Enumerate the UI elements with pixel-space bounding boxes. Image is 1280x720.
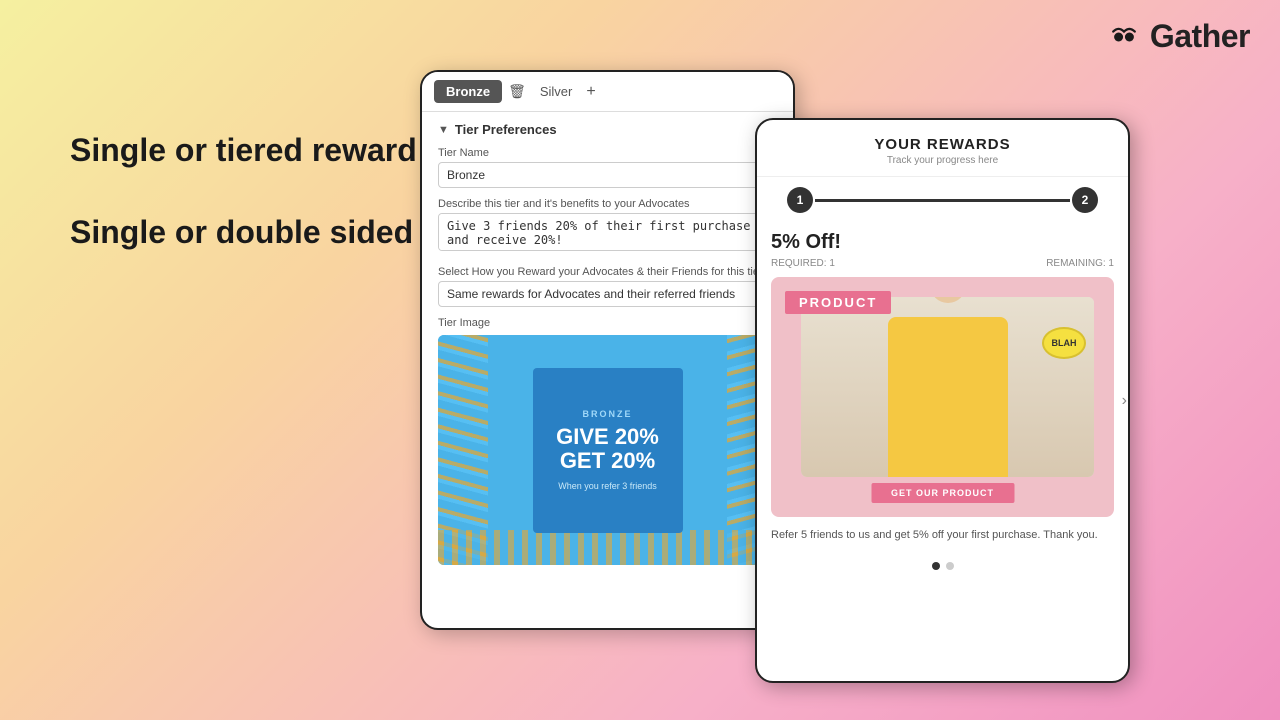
tier-image-label: Tier Image — [438, 317, 777, 329]
progress-step-2: 2 — [1072, 187, 1098, 213]
tabs-bar: Bronze 🗑 Silver + — [422, 72, 793, 112]
dot-active[interactable] — [932, 562, 940, 570]
tier-name-label: Tier Name — [438, 147, 777, 159]
describe-label: Describe this tier and it's benefits to … — [438, 198, 777, 210]
rewards-subtitle: Track your progress here — [769, 155, 1116, 166]
gather-logo-icon — [1106, 19, 1142, 55]
bronze-tier-label: BRONZE — [583, 409, 633, 419]
model-head — [930, 297, 966, 303]
describe-textarea[interactable]: Give 3 friends 20% of their first purcha… — [438, 213, 777, 251]
wavy-bottom-decoration — [438, 530, 777, 565]
reward-description: Refer 5 friends to us and get 5% off you… — [771, 527, 1114, 544]
rewards-tablet: YOUR REWARDS Track your progress here 1 … — [755, 118, 1130, 683]
form-tablet-inner: Bronze 🗑 Silver + ▼ Tier Preferences Tie… — [422, 72, 793, 575]
product-label: PRODUCT — [785, 291, 891, 314]
bronze-inner-card: BRONZE GIVE 20%GET 20% When you refer 3 … — [533, 368, 683, 533]
progress-step-1: 1 — [787, 187, 813, 213]
rewards-header: YOUR REWARDS Track your progress here — [757, 120, 1128, 177]
form-section: ▼ Tier Preferences Tier Name Describe th… — [422, 112, 793, 575]
bronze-headline: GIVE 20%GET 20% — [556, 425, 659, 473]
dot-inactive[interactable] — [946, 562, 954, 570]
model-figure — [888, 317, 1008, 477]
rewards-title: YOUR REWARDS — [769, 136, 1116, 153]
tier-prefs-label: Tier Preferences — [455, 122, 557, 137]
bronze-image-card: BRONZE GIVE 20%GET 20% When you refer 3 … — [438, 335, 777, 565]
progress-bar: 1 2 — [757, 177, 1128, 223]
select-label: Select How you Reward your Advocates & t… — [438, 266, 777, 278]
rewards-body: 5% Off! REQUIRED: 1 REMAINING: 1 PRODUCT… — [757, 231, 1128, 544]
trash-icon[interactable]: 🗑 — [508, 83, 526, 100]
tier-name-input[interactable] — [438, 162, 777, 188]
select-input[interactable] — [438, 281, 777, 307]
tab-bronze[interactable]: Bronze — [434, 80, 502, 103]
product-card: PRODUCT BLAH GET OUR PRODUCT — [771, 277, 1114, 517]
progress-line — [815, 199, 1070, 202]
logo-text: Gather — [1150, 18, 1250, 55]
reward-off-label: 5% Off! — [771, 231, 1114, 254]
chevron-right-icon[interactable]: › — [1119, 388, 1130, 414]
tab-silver[interactable]: Silver — [532, 80, 581, 103]
product-cta-button[interactable]: GET OUR PRODUCT — [871, 483, 1014, 503]
add-tab-button[interactable]: + — [586, 83, 595, 101]
blah-speech-bubble: BLAH — [1042, 327, 1086, 359]
tier-preferences-section: ▼ Tier Preferences — [438, 122, 777, 137]
form-tablet: Bronze 🗑 Silver + ▼ Tier Preferences Tie… — [420, 70, 795, 630]
model-silhouette — [801, 297, 1094, 477]
required-label: REQUIRED: 1 — [771, 258, 835, 269]
chevron-down-icon: ▼ — [438, 124, 449, 136]
product-model-area — [801, 297, 1094, 477]
remaining-label: REMAINING: 1 — [1046, 258, 1114, 269]
carousel-dots — [757, 554, 1128, 578]
bronze-subtext: When you refer 3 friends — [558, 481, 657, 491]
reward-stats: REQUIRED: 1 REMAINING: 1 — [771, 258, 1114, 269]
logo-area: Gather — [1106, 18, 1250, 55]
